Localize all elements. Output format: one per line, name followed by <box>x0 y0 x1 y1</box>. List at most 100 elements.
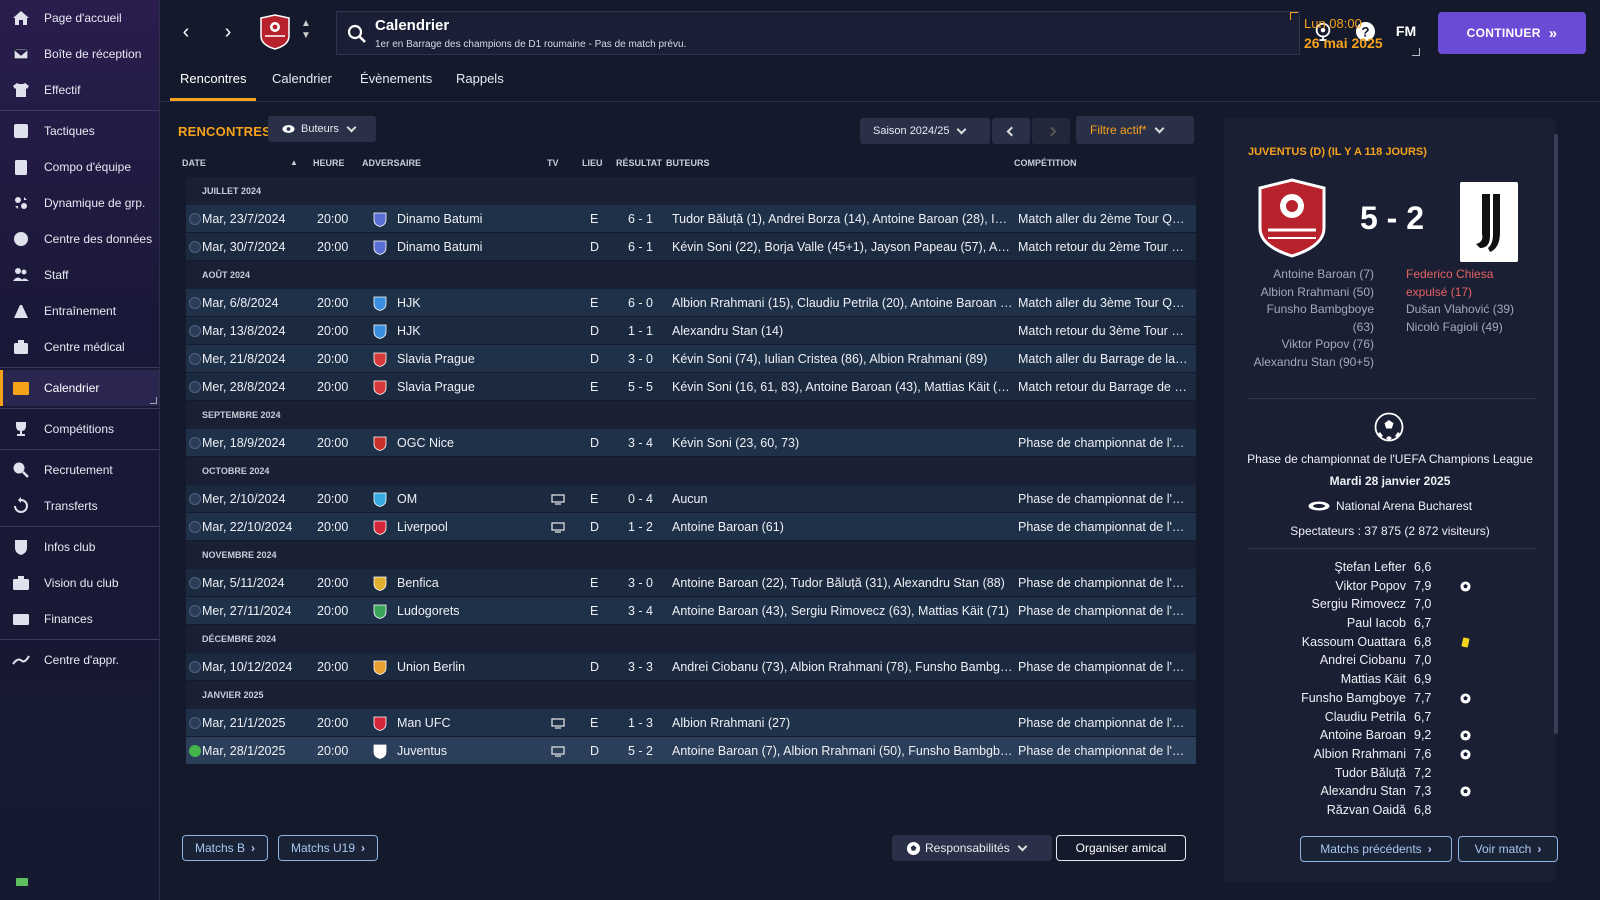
sidebar-item-finances[interactable]: Finances <box>0 601 159 637</box>
opponent-name[interactable]: Liverpool <box>397 520 547 534</box>
sidebar-item-tactics[interactable]: Tactiques <box>0 113 159 149</box>
sidebar-item-group-dynamics[interactable]: Dynamique de grp. <box>0 185 159 221</box>
col-competition[interactable]: COMPÉTITION <box>1014 158 1077 168</box>
player-rating-row[interactable]: Albion Rrahmani 7,6 <box>1224 745 1556 764</box>
sidebar-item-calendar[interactable]: Calendrier <box>0 370 159 406</box>
col-opponent[interactable]: ADVERSAIRE <box>362 158 421 168</box>
player-name[interactable]: Paul Iacob <box>1347 616 1406 630</box>
player-rating-row[interactable]: Sergiu Rimovecz 7,0 <box>1224 595 1556 614</box>
opponent-name[interactable]: Dinamo Batumi <box>397 240 547 254</box>
player-rating-row[interactable]: Tudor Băluță 7,2 <box>1224 764 1556 783</box>
player-rating-row[interactable]: Răzvan Oaidă 6,8 <box>1224 801 1556 820</box>
table-row[interactable]: Mer, 2/10/2024 20:00 OM E 0 - 4 Aucun Phase de… <box>186 485 1196 513</box>
opponent-name[interactable]: Slavia Prague <box>397 352 547 366</box>
sidebar-item-clipboard[interactable]: Compo d'équipe <box>0 149 159 185</box>
continue-button[interactable]: CONTINUER » <box>1438 12 1586 54</box>
opponent-name[interactable]: Union Berlin <box>397 660 547 674</box>
player-name[interactable]: Antoine Baroan <box>1320 728 1406 742</box>
sidebar-item-club-info[interactable]: Infos club <box>0 529 159 565</box>
opponent-name[interactable]: Dinamo Batumi <box>397 212 547 226</box>
table-row[interactable]: Mar, 10/12/2024 20:00 Union Berlin D 3 - 3 An… <box>186 653 1196 681</box>
opponent-name[interactable]: Juventus <box>397 744 547 758</box>
player-name[interactable]: Kassoum Ouattara <box>1302 635 1406 649</box>
player-name[interactable]: Ştefan Lefter <box>1334 560 1406 574</box>
player-name[interactable]: Claudiu Petrila <box>1325 710 1406 724</box>
sidebar-item-data-centre[interactable]: Centre des données <box>0 221 159 257</box>
organise-friendly-button[interactable]: Organiser amical <box>1056 835 1186 861</box>
col-scorers[interactable]: BUTEURS <box>666 158 710 168</box>
col-date[interactable]: DATE <box>182 158 206 168</box>
player-name[interactable]: Funsho Bamgboye <box>1301 691 1406 705</box>
table-row[interactable]: Mar, 30/7/2024 20:00 Dinamo Batumi D 6 - 1 Ké… <box>186 233 1196 261</box>
sidebar-item-home[interactable]: Page d'accueil <box>0 0 159 36</box>
player-name[interactable]: Răzvan Oaidă <box>1327 803 1406 817</box>
sidebar-item-development[interactable]: Centre d'appr. <box>0 642 159 678</box>
player-name[interactable]: Mattias Käit <box>1341 672 1406 686</box>
player-rating-row[interactable]: Funsho Bamgboye 7,7 <box>1224 689 1556 708</box>
table-row[interactable]: Mar, 5/11/2024 20:00 Benfica E 3 - 0 Antoine … <box>186 569 1196 597</box>
player-rating-row[interactable]: Claudiu Petrila 6,7 <box>1224 708 1556 727</box>
opponent-name[interactable]: Slavia Prague <box>397 380 547 394</box>
tab-rappels[interactable]: Rappels <box>446 71 514 101</box>
player-name[interactable]: Andrei Ciobanu <box>1320 653 1406 667</box>
opponent-name[interactable]: HJK <box>397 296 547 310</box>
filter-button[interactable]: Filtre actif* <box>1076 116 1194 144</box>
player-rating-row[interactable]: Ştefan Lefter 6,6 <box>1224 558 1556 577</box>
table-row[interactable]: Mar, 21/1/2025 20:00 Man UFC E 1 - 3 Albion R… <box>186 709 1196 737</box>
season-selector[interactable]: Saison 2024/25 <box>860 118 990 144</box>
sidebar-item-scouting[interactable]: Recrutement <box>0 452 159 488</box>
col-venue[interactable]: LIEU <box>582 158 603 168</box>
next-season-button[interactable] <box>1032 118 1070 144</box>
back-button[interactable]: ‹ <box>174 20 198 44</box>
view-selector[interactable]: Buteurs <box>268 116 376 142</box>
search-box[interactable]: Calendrier 1er en Barrage des champions … <box>336 11 1300 55</box>
detail-scrollbar[interactable] <box>1554 134 1558 734</box>
opponent-name[interactable]: OGC Nice <box>397 436 547 450</box>
opponent-name[interactable]: Man UFC <box>397 716 547 730</box>
player-rating-row[interactable]: Alexandru Stan 7,3 <box>1224 782 1556 801</box>
player-rating-row[interactable]: Paul Iacob 6,7 <box>1224 614 1556 633</box>
opponent-name[interactable]: Ludogorets <box>397 604 547 618</box>
player-rating-row[interactable]: Mattias Käit 6,9 <box>1224 670 1556 689</box>
opponent-name[interactable]: Benfica <box>397 576 547 590</box>
player-name[interactable]: Albion Rrahmani <box>1314 747 1406 761</box>
tab-evenements[interactable]: Évènements <box>350 71 442 101</box>
table-row[interactable]: Mer, 28/8/2024 20:00 Slavia Prague E 5 - 5 Ké… <box>186 373 1196 401</box>
table-row[interactable]: Mar, 22/10/2024 20:00 Liverpool D 1 - 2 Antoi… <box>186 513 1196 541</box>
sidebar-item-club-vision[interactable]: Vision du club <box>0 565 159 601</box>
responsibilities-button[interactable]: Responsabilités <box>892 835 1052 861</box>
table-row[interactable]: Mar, 13/8/2024 20:00 HJK D 1 - 1 Alexandru St… <box>186 317 1196 345</box>
table-row[interactable]: Mar, 23/7/2024 20:00 Dinamo Batumi E 6 - 1 Tu… <box>186 205 1196 233</box>
col-result[interactable]: RÉSULTAT <box>616 158 662 168</box>
club-switch-arrows[interactable]: ▲ ▼ <box>300 18 312 44</box>
forward-button[interactable]: › <box>216 20 240 44</box>
sidebar-item-medical[interactable]: Centre médical <box>0 329 159 365</box>
table-row[interactable]: Mar, 28/1/2025 20:00 Juventus D 5 - 2 Antoine… <box>186 737 1196 765</box>
table-row[interactable]: Mer, 18/9/2024 20:00 OGC Nice D 3 - 4 Kévin S… <box>186 429 1196 457</box>
previous-matches-button[interactable]: Matchs précédents › <box>1300 836 1452 862</box>
game-date[interactable]: Lun 08:00 26 mai 2025 <box>1290 12 1420 56</box>
player-name[interactable]: Alexandru Stan <box>1321 784 1406 798</box>
opponent-name[interactable]: OM <box>397 492 547 506</box>
sidebar-item-staff[interactable]: Staff <box>0 257 159 293</box>
sidebar-item-shirt[interactable]: Effectif <box>0 72 159 108</box>
player-name[interactable]: Tudor Băluță <box>1335 766 1406 780</box>
player-rating-row[interactable]: Andrei Ciobanu 7,0 <box>1224 651 1556 670</box>
club-crest-icon[interactable] <box>258 14 292 50</box>
table-row[interactable]: Mar, 6/8/2024 20:00 HJK E 6 - 0 Albion Rrahma… <box>186 289 1196 317</box>
opponent-name[interactable]: HJK <box>397 324 547 338</box>
matchs-b-button[interactable]: Matchs B › <box>182 835 269 861</box>
player-name[interactable]: Viktor Popov <box>1335 579 1406 593</box>
player-name[interactable]: Sergiu Rimovecz <box>1312 597 1406 611</box>
player-rating-row[interactable]: Viktor Popov 7,9 <box>1224 577 1556 596</box>
col-time[interactable]: HEURE <box>313 158 345 168</box>
table-row[interactable]: Mer, 21/8/2024 20:00 Slavia Prague D 3 - 0 Ké… <box>186 345 1196 373</box>
view-match-button[interactable]: Voir match › <box>1458 836 1558 862</box>
matchs-u19-button[interactable]: Matchs U19 › <box>278 835 379 861</box>
sidebar-item-transfers[interactable]: Transferts <box>0 488 159 524</box>
sidebar-item-training[interactable]: Entraînement <box>0 293 159 329</box>
tab-calendrier[interactable]: Calendrier <box>262 71 342 101</box>
player-rating-row[interactable]: Antoine Baroan 9,2 <box>1224 726 1556 745</box>
sidebar-item-trophy[interactable]: Compétitions <box>0 411 159 447</box>
tab-rencontres[interactable]: Rencontres <box>170 71 257 101</box>
